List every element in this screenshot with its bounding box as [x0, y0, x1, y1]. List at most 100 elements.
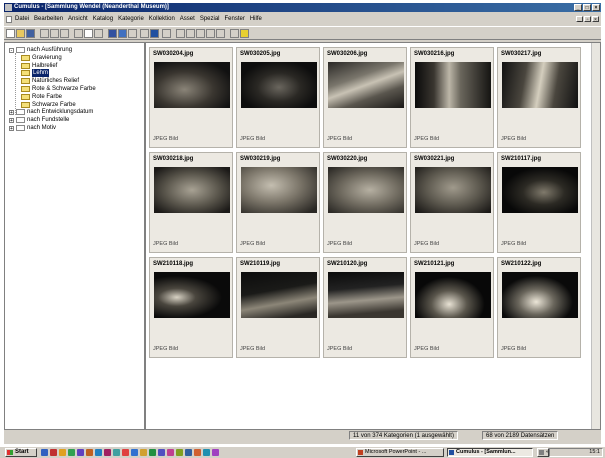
- quick-launch-icon[interactable]: [131, 449, 138, 456]
- asset-thumbnail[interactable]: [154, 62, 230, 108]
- asset-thumbnail[interactable]: [415, 167, 491, 213]
- large-thumbnail-icon[interactable]: [94, 29, 103, 38]
- tree-item-natürliches-relief[interactable]: Natürliches Relief: [21, 77, 79, 85]
- asset-thumbnail[interactable]: [241, 272, 317, 318]
- cut-icon[interactable]: [40, 29, 49, 38]
- preview-icon[interactable]: [186, 29, 195, 38]
- taskbar-task[interactable]: «: [537, 448, 549, 457]
- paste-icon[interactable]: [60, 29, 69, 38]
- asset-card[interactable]: SW030219.jpg JPEG Bild: [236, 152, 320, 253]
- asset-card[interactable]: SW210122.jpg JPEG Bild: [497, 257, 581, 358]
- asset-thumbnail[interactable]: [328, 167, 404, 213]
- quick-launch-icon[interactable]: [113, 449, 120, 456]
- tree-item-rote-schwarze-farbe[interactable]: Rote & Schwarze Farbe: [21, 85, 96, 93]
- quick-launch-icon[interactable]: [41, 449, 48, 456]
- asset-card[interactable]: SW030206.jpg JPEG Bild: [323, 47, 407, 148]
- sort-asc-icon[interactable]: [128, 29, 137, 38]
- asset-card[interactable]: SW030218.jpg JPEG Bild: [149, 152, 233, 253]
- asset-thumbnail[interactable]: [502, 167, 578, 213]
- asset-card[interactable]: SW030220.jpg JPEG Bild: [323, 152, 407, 253]
- menu-hilfe[interactable]: Hilfe: [250, 15, 262, 24]
- quick-launch-icon[interactable]: [149, 449, 156, 456]
- asset-thumbnail[interactable]: [241, 167, 317, 213]
- menu-katalog[interactable]: Katalog: [93, 15, 113, 24]
- expand-icon[interactable]: +: [9, 109, 14, 115]
- expand-icon[interactable]: +: [9, 117, 14, 123]
- tree-item-nach-motiv[interactable]: + nach Motiv: [9, 124, 56, 132]
- asset-card[interactable]: SW210119.jpg JPEG Bild: [236, 257, 320, 358]
- tree-item-halbrelief[interactable]: Halbrelief: [21, 62, 57, 70]
- asset-card[interactable]: SW210120.jpg JPEG Bild: [323, 257, 407, 358]
- quick-launch-icon[interactable]: [68, 449, 75, 456]
- quick-launch-icon[interactable]: [176, 449, 183, 456]
- expand-icon[interactable]: +: [9, 125, 14, 131]
- tree-item-nach-fundstelle[interactable]: + nach Fundstelle: [9, 116, 69, 124]
- tree-item-nach-entwicklungsdatum[interactable]: + nach Entwicklungsdatum: [9, 108, 93, 116]
- tree-item-rote-farbe[interactable]: Rote Farbe: [21, 93, 62, 101]
- asset-card[interactable]: SW210121.jpg JPEG Bild: [410, 257, 494, 358]
- menu-kollektion[interactable]: Kollektion: [149, 15, 175, 24]
- menu-bearbeiten[interactable]: Bearbeiten: [34, 15, 63, 24]
- quick-launch-icon[interactable]: [77, 449, 84, 456]
- quick-launch-icon[interactable]: [167, 449, 174, 456]
- asset-card[interactable]: SW210118.jpg JPEG Bild: [149, 257, 233, 358]
- menu-ansicht[interactable]: Ansicht: [68, 15, 88, 24]
- doc-restore-button[interactable]: ▫: [584, 16, 591, 23]
- thumbnail-view-icon[interactable]: [84, 29, 93, 38]
- quick-launch-icon[interactable]: [194, 449, 201, 456]
- quick-launch-icon[interactable]: [50, 449, 57, 456]
- title-bar[interactable]: Cumulus - [Sammlung Wendel (Neanderthal …: [4, 3, 601, 12]
- quick-launch-icon[interactable]: [95, 449, 102, 456]
- asset-thumbnail[interactable]: [415, 272, 491, 318]
- sort-desc-icon[interactable]: [118, 29, 127, 38]
- save-icon[interactable]: [26, 29, 35, 38]
- quick-launch-icon[interactable]: [212, 449, 219, 456]
- mail-icon[interactable]: [206, 29, 215, 38]
- tree-item-lehm[interactable]: Lehm: [21, 69, 50, 78]
- maximize-button[interactable]: □: [583, 4, 591, 11]
- asset-thumbnail[interactable]: [328, 62, 404, 108]
- quick-launch-icon[interactable]: [122, 449, 129, 456]
- new-icon[interactable]: [6, 29, 15, 38]
- quick-launch-icon[interactable]: [203, 449, 210, 456]
- asset-thumbnail[interactable]: [502, 272, 578, 318]
- filter-icon[interactable]: [140, 29, 149, 38]
- quick-launch-icon[interactable]: [185, 449, 192, 456]
- asset-card[interactable]: SW030221.jpg JPEG Bild: [410, 152, 494, 253]
- asset-card[interactable]: SW030216.jpg JPEG Bild: [410, 47, 494, 148]
- asset-card[interactable]: SW030217.jpg JPEG Bild: [497, 47, 581, 148]
- asset-card[interactable]: SW210117.jpg JPEG Bild: [497, 152, 581, 253]
- taskbar-task[interactable]: Cumulus - [Sammlun...: [447, 448, 533, 457]
- asset-thumbnail[interactable]: [415, 62, 491, 108]
- quick-launch-icon[interactable]: [59, 449, 66, 456]
- asset-card[interactable]: SW030204.jpg JPEG Bild: [149, 47, 233, 148]
- menu-asset[interactable]: Asset: [180, 15, 195, 24]
- taskbar-task[interactable]: Microsoft PowerPoint - ...: [356, 448, 444, 457]
- asset-thumbnail[interactable]: [502, 62, 578, 108]
- edit-icon[interactable]: [196, 29, 205, 38]
- tree-item-schwarze-farbe[interactable]: Schwarze Farbe: [21, 101, 76, 109]
- menu-datei[interactable]: Datei: [15, 15, 29, 24]
- collapse-icon[interactable]: -: [9, 47, 14, 53]
- doc-close-button[interactable]: ×: [592, 16, 599, 23]
- menu-kategorie[interactable]: Kategorie: [118, 15, 144, 24]
- close-button[interactable]: ×: [592, 4, 600, 11]
- app-icon[interactable]: [5, 4, 12, 11]
- asset-card[interactable]: SW030205.jpg JPEG Bild: [236, 47, 320, 148]
- document-icon[interactable]: [6, 16, 12, 23]
- help-icon[interactable]: [230, 29, 239, 38]
- doc-minimize-button[interactable]: _: [576, 16, 583, 23]
- quick-launch-icon[interactable]: [140, 449, 147, 456]
- asset-thumbnail[interactable]: [154, 167, 230, 213]
- bulb-icon[interactable]: [240, 29, 249, 38]
- vertical-scrollbar[interactable]: [591, 43, 600, 429]
- open-icon[interactable]: [16, 29, 25, 38]
- start-button[interactable]: Start: [5, 448, 37, 457]
- catalog-icon[interactable]: [150, 29, 159, 38]
- menu-spezial[interactable]: Spezial: [200, 15, 220, 24]
- quick-launch-icon[interactable]: [104, 449, 111, 456]
- tree-item-nach-ausführung[interactable]: - nach Ausführung: [9, 46, 72, 54]
- asset-thumbnail[interactable]: [328, 272, 404, 318]
- copy-icon[interactable]: [50, 29, 59, 38]
- menu-fenster[interactable]: Fenster: [225, 15, 245, 24]
